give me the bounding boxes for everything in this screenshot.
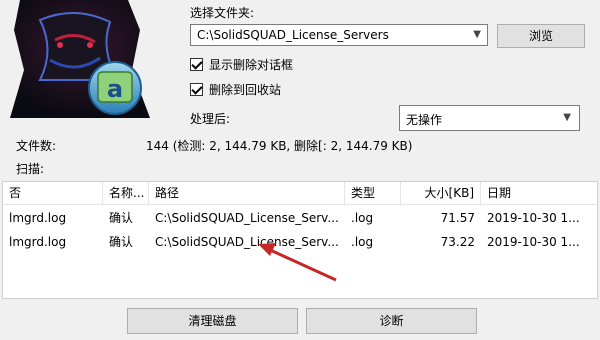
row-file-name: lmgrd.log <box>9 235 67 249</box>
row-type: .log <box>351 235 374 249</box>
logo-artwork-icon: a <box>10 0 150 118</box>
svg-text:a: a <box>107 75 123 103</box>
delete-to-recycle-label: 删除到回收站 <box>209 82 282 97</box>
column-header-date[interactable]: 日期 <box>481 182 597 204</box>
after-action-value: 无操作 <box>406 113 443 127</box>
folder-label: 选择文件夹: <box>190 6 255 20</box>
chevron-down-icon[interactable]: ▼ <box>563 112 571 123</box>
delete-to-recycle-option[interactable]: 删除到回收站 <box>190 80 281 98</box>
row-path: C:\SolidSQUAD_License_Serv... <box>155 235 339 249</box>
table-row[interactable]: lmgrd.log 确认 C:\SolidSQUAD_License_Serv.… <box>3 230 597 254</box>
show-delete-dialog-option[interactable]: 显示删除对话框 <box>190 55 293 73</box>
column-header-path[interactable]: 路径 <box>149 182 345 204</box>
row-status: 确认 <box>109 211 134 225</box>
column-header-type[interactable]: 类型 <box>345 182 401 204</box>
file-count-label: 文件数: <box>16 139 57 153</box>
browse-button[interactable]: 浏览 <box>497 24 585 48</box>
delete-to-recycle-checkbox[interactable] <box>190 82 203 96</box>
row-path: C:\SolidSQUAD_License_Serv... <box>155 211 339 225</box>
after-action-select[interactable]: 无操作 ▼ <box>399 105 580 131</box>
app-logo: a <box>0 0 150 120</box>
row-type: .log <box>351 211 374 225</box>
chevron-down-icon[interactable]: ▼ <box>473 29 481 40</box>
folder-value: C:\SolidSQUAD_License_Servers <box>197 28 389 42</box>
folder-combobox[interactable]: C:\SolidSQUAD_License_Servers ▼ <box>190 24 488 46</box>
after-label: 处理后: <box>190 112 231 126</box>
results-list[interactable]: 否 名称... 路径 类型 大小[KB] 日期 lmgrd.log 确认 C:\… <box>2 181 598 299</box>
scan-label: 扫描: <box>16 162 45 176</box>
file-count-value: 144 (检测: 2, 144.79 KB, 删除[: 2, 144.79 KB… <box>146 139 413 153</box>
row-size: 73.22 <box>440 235 475 249</box>
column-header-no[interactable]: 否 <box>3 182 103 204</box>
column-header-name[interactable]: 名称... <box>103 182 149 204</box>
show-delete-dialog-label: 显示删除对话框 <box>209 57 294 72</box>
row-size: 71.57 <box>440 211 475 225</box>
diagnose-button[interactable]: 诊断 <box>306 308 477 334</box>
row-date: 2019-10-30 1... <box>487 235 580 249</box>
column-header-size[interactable]: 大小[KB] <box>401 182 481 204</box>
show-delete-dialog-checkbox[interactable] <box>190 57 203 71</box>
clean-disk-button[interactable]: 清理磁盘 <box>127 308 298 334</box>
table-row[interactable]: lmgrd.log 确认 C:\SolidSQUAD_License_Serv.… <box>3 206 597 230</box>
row-file-name: lmgrd.log <box>9 211 67 225</box>
list-header: 否 名称... 路径 类型 大小[KB] 日期 <box>3 182 597 205</box>
row-status: 确认 <box>109 235 134 249</box>
row-date: 2019-10-30 1... <box>487 211 580 225</box>
